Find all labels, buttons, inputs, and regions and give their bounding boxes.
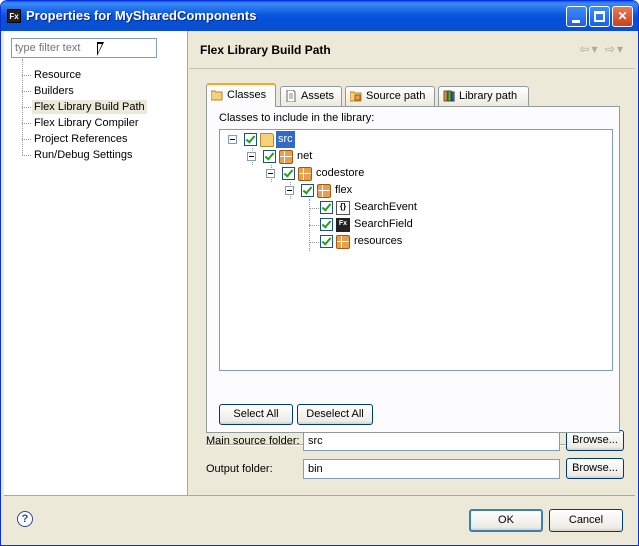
tab-source-path[interactable]: Source path [345,86,435,106]
collapse-toggle[interactable] [285,186,294,195]
package-icon [317,184,331,198]
tab-source-path-label: Source path [366,90,426,102]
classes-label: Classes to include in the library: [219,112,375,124]
output-folder-input[interactable] [303,459,560,479]
tab-library-path[interactable]: Library path [438,86,529,106]
close-button[interactable]: ✕ [612,6,633,27]
tree-item-label: flex [335,184,353,196]
cancel-button[interactable]: Cancel [549,509,623,532]
main-content: Flex Library Build Path ⇦▾ ⇨▾ Classes As… [189,31,635,495]
folder-open-icon [211,90,223,101]
checkbox-checked[interactable] [320,218,333,231]
package-icon [336,235,350,249]
document-icon [286,90,296,102]
mxml-file-icon: Fx [336,218,350,232]
tab-assets[interactable]: Assets [280,86,342,106]
forward-arrow-icon[interactable]: ⇨ [605,42,617,56]
sidebar-item-project-references[interactable]: Project References [22,123,172,147]
tree-item-searchevent[interactable]: {} SearchEvent [320,199,440,216]
tree-item-label: SearchField [354,218,413,230]
checkbox-checked[interactable] [301,184,314,197]
tree-item-label: src [276,131,295,148]
sidebar: Resource Builders Flex Library Build Pat… [4,31,188,495]
tab-classes[interactable]: Classes [206,83,276,107]
settings-tree: Resource Builders Flex Library Build Pat… [22,59,172,163]
tree-item-codestore[interactable]: codestore [266,165,386,182]
library-icon [443,90,455,102]
dialog-client: Resource Builders Flex Library Build Pat… [4,31,635,543]
deselect-all-button[interactable]: Deselect All [297,404,373,425]
sidebar-item-flex-library-compiler[interactable]: Flex Library Compiler [22,107,172,131]
checkbox-checked[interactable] [263,150,276,163]
checkbox-checked[interactable] [244,133,257,146]
checkbox-checked[interactable] [282,167,295,180]
browse-output-folder-button[interactable]: Browse... [566,458,624,479]
checkbox-checked[interactable] [320,201,333,214]
select-all-button[interactable]: Select All [219,404,293,425]
close-icon: ✕ [617,9,628,23]
folder-icon [260,133,274,147]
tree-item-net[interactable]: net [247,148,327,165]
page-title: Flex Library Build Path [200,43,331,57]
maximize-button[interactable] [589,6,610,27]
back-arrow-icon[interactable]: ⇦ [579,42,591,56]
help-icon[interactable]: ? [17,511,33,527]
actionscript-file-icon: {} [336,201,350,215]
output-folder-label: Output folder: [206,463,273,475]
tree-item-label: SearchEvent [354,201,417,213]
page-header: Flex Library Build Path ⇦▾ ⇨▾ [189,31,635,69]
title-bar[interactable]: Fx Properties for MySharedComponents ✕ [1,1,638,31]
tree-item-searchfield[interactable]: Fx SearchField [320,216,440,233]
back-dropdown-icon[interactable]: ▾ [592,42,600,56]
tree-item-flex[interactable]: flex [285,182,385,199]
source-folder-icon [350,91,362,102]
mouse-pointer-icon [97,42,104,56]
main-source-folder-input[interactable] [303,431,560,451]
filter-input[interactable] [11,38,157,58]
forward-dropdown-icon[interactable]: ▾ [617,42,625,56]
window-title: Properties for MySharedComponents [26,8,257,23]
sidebar-item-run-debug-settings[interactable]: Run/Debug Settings [22,139,172,163]
tree-item-resources[interactable]: resources [320,233,440,250]
maximize-icon [594,11,605,22]
tree-item-src[interactable]: src [228,131,308,148]
flex-app-icon: Fx [7,9,21,23]
tab-library-path-label: Library path [459,90,518,102]
collapse-toggle[interactable] [266,169,275,178]
package-icon [279,150,293,164]
tab-assets-label: Assets [301,90,335,102]
main-source-folder-label: Main source folder: [206,435,300,447]
tab-classes-label: Classes [227,89,267,101]
properties-dialog: Fx Properties for MySharedComponents ✕ R… [0,0,639,546]
minimize-icon [572,20,580,23]
sidebar-item-builders[interactable]: Builders [22,75,172,99]
collapse-toggle[interactable] [228,135,237,144]
minimize-button[interactable] [566,6,587,27]
tree-item-label: codestore [316,167,365,179]
browse-main-source-button[interactable]: Browse... [566,430,624,451]
history-navigation: ⇦▾ ⇨▾ [579,42,625,56]
classes-tree[interactable]: src net codestore flex {} SearchEvent Fx… [219,129,613,371]
collapse-toggle[interactable] [247,152,256,161]
classes-tab-panel: Classes to include in the library: src n… [206,106,620,433]
ok-button[interactable]: OK [469,509,543,532]
checkbox-checked[interactable] [320,235,333,248]
tree-item-label: resources [354,235,403,247]
package-icon [298,167,312,181]
sidebar-item-flex-library-build-path[interactable]: Flex Library Build Path [22,91,172,115]
sidebar-item-resource[interactable]: Resource [22,59,172,83]
footer-separator [4,495,635,496]
tree-item-label: net [297,150,313,162]
